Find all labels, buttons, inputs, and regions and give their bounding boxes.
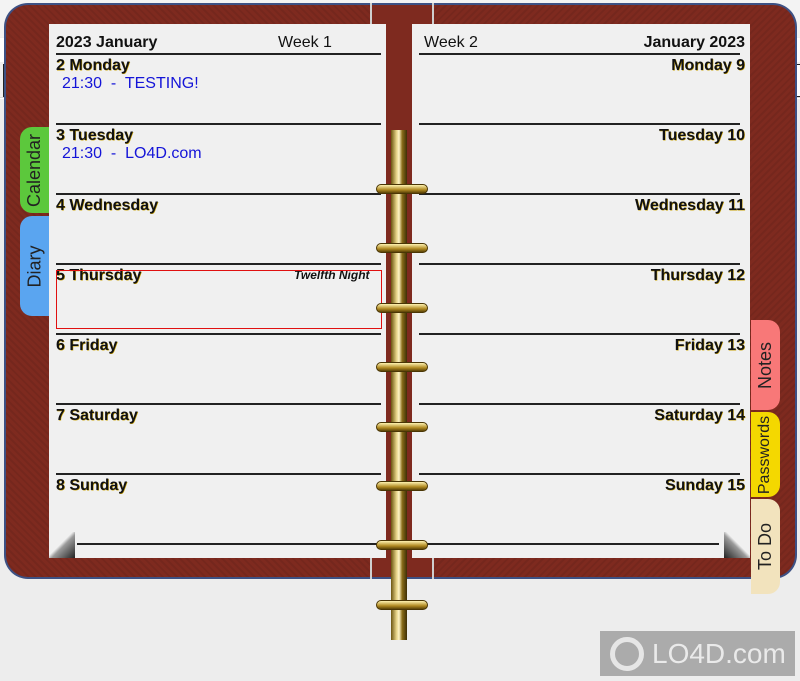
- divider: [56, 333, 381, 335]
- day-label[interactable]: 7 Saturday: [56, 407, 138, 425]
- binder-rod: [391, 130, 407, 640]
- left-month-title: 2023 January: [56, 34, 158, 51]
- page-curl-back-icon[interactable]: [49, 532, 75, 558]
- day-label[interactable]: Tuesday 10: [659, 127, 745, 145]
- binder-ring: [376, 362, 428, 372]
- divider: [56, 193, 381, 195]
- selected-day-box[interactable]: [56, 270, 382, 329]
- day-label[interactable]: 2 Monday: [56, 57, 130, 75]
- watermark: LO4D.com: [600, 631, 795, 676]
- day-label[interactable]: Friday 13: [675, 337, 745, 355]
- watermark-text: LO4D.com: [652, 637, 786, 669]
- event-entry[interactable]: 21:30 - TESTING!: [62, 75, 199, 93]
- divider: [419, 473, 740, 475]
- divider: [419, 543, 719, 545]
- tab-notes[interactable]: Notes: [751, 320, 780, 410]
- right-page: Week 2 January 2023 Monday 9 Tuesday 10 …: [412, 24, 750, 558]
- day-label[interactable]: Thursday 12: [651, 267, 745, 285]
- divider: [56, 473, 381, 475]
- tab-diary-label: Diary: [24, 244, 45, 288]
- binder-ring: [376, 303, 428, 313]
- day-label[interactable]: Sunday 15: [665, 477, 745, 495]
- tab-todo[interactable]: To Do: [751, 499, 780, 594]
- tab-notes-label: Notes: [755, 341, 775, 389]
- event-entry[interactable]: 21:30 - LO4D.com: [62, 145, 202, 163]
- day-label[interactable]: Saturday 14: [654, 407, 745, 425]
- divider: [56, 403, 381, 405]
- day-label[interactable]: 4 Wednesday: [56, 197, 158, 215]
- binder-ring: [376, 600, 428, 610]
- day-label[interactable]: 6 Friday: [56, 337, 117, 355]
- tab-calendar[interactable]: Calendar: [20, 127, 49, 213]
- right-week-label: Week 2: [424, 34, 478, 51]
- binder-ring: [376, 184, 428, 194]
- divider: [419, 193, 740, 195]
- tab-passwords[interactable]: Passwords: [751, 412, 780, 497]
- binder-ring: [376, 422, 428, 432]
- divider: [56, 53, 381, 55]
- right-month-title: January 2023: [643, 34, 745, 51]
- day-label[interactable]: 8 Sunday: [56, 477, 127, 495]
- tab-calendar-label: Calendar: [24, 133, 45, 207]
- lo4d-logo-icon: [610, 637, 644, 671]
- left-page: 2023 January Week 1 2 Monday 21:30 - TES…: [49, 24, 386, 558]
- divider: [419, 123, 740, 125]
- day-label[interactable]: Wednesday 11: [635, 197, 745, 215]
- binder-ring: [376, 481, 428, 491]
- binder-ring: [376, 540, 428, 550]
- binder-ring: [376, 243, 428, 253]
- day-label[interactable]: 3 Tuesday: [56, 127, 133, 145]
- divider: [419, 263, 740, 265]
- divider: [56, 263, 381, 265]
- divider: [419, 333, 740, 335]
- divider: [56, 123, 381, 125]
- tab-todo-label: To Do: [755, 522, 775, 571]
- divider: [77, 543, 381, 545]
- page-curl-forward-icon[interactable]: [724, 532, 750, 558]
- day-label[interactable]: Monday 9: [671, 57, 745, 75]
- divider: [419, 403, 740, 405]
- divider: [419, 53, 740, 55]
- tab-passwords-label: Passwords: [756, 415, 774, 494]
- tab-diary[interactable]: Diary: [20, 216, 49, 316]
- left-week-label: Week 1: [278, 34, 332, 51]
